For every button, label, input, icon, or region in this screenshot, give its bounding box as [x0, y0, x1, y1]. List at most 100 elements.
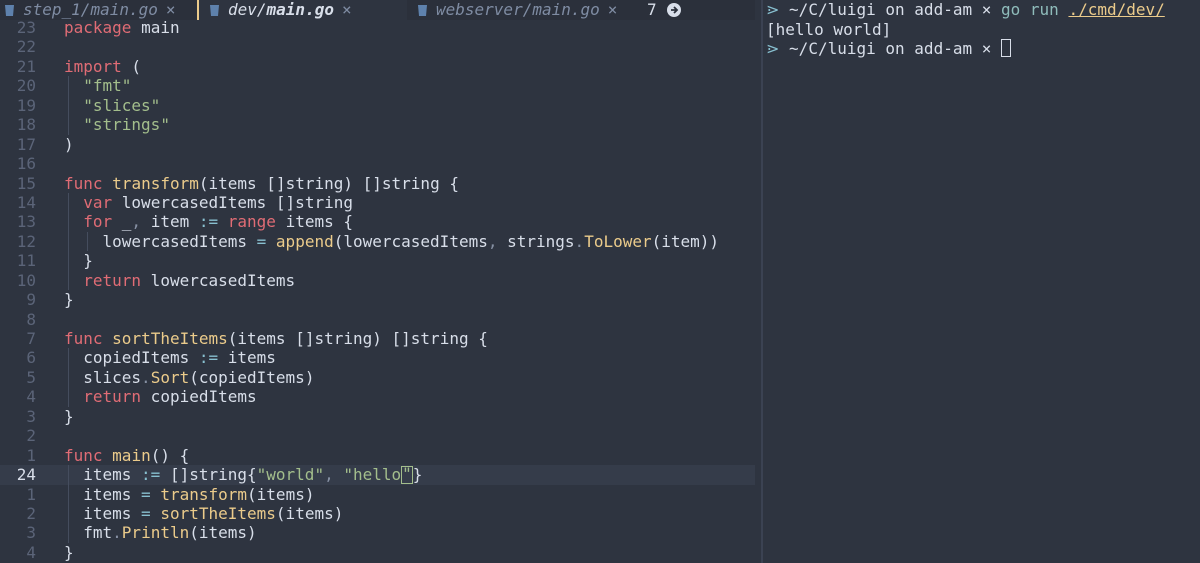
line-number: 19 [16, 95, 36, 115]
code-token: for [83, 212, 113, 232]
prompt-branch: add-am [914, 39, 973, 58]
code-line[interactable]: 10 return lowercasedItems [0, 270, 755, 291]
code-token: "hello [343, 465, 402, 485]
code-line[interactable]: 15 func transform(items []string) []strin… [0, 174, 755, 193]
code-line[interactable]: 17) [0, 135, 755, 154]
indent-guide [68, 251, 69, 271]
indent-guide [68, 95, 69, 116]
go-file-icon [417, 3, 428, 17]
code-line[interactable]: 9} [0, 290, 755, 309]
more-tabs-button[interactable]: 7 [639, 0, 681, 20]
go-file-icon [4, 3, 15, 17]
indent-guide [68, 348, 69, 368]
close-icon[interactable]: × [166, 0, 176, 20]
tab-file: main.go [90, 0, 158, 19]
code-token: transform [112, 173, 199, 193]
code-line[interactable]: 7 func sortTheItems(items []string) []str… [0, 329, 755, 348]
code-line[interactable]: 19 "slices" [0, 95, 755, 116]
code-token: := [141, 465, 161, 485]
code-text: } [64, 251, 93, 271]
code-token: item [141, 212, 199, 232]
gutter [36, 290, 64, 309]
code-line[interactable]: 14 var lowercasedItems []string [0, 192, 755, 213]
terminal-pane[interactable]: ⋗ ~/C/luigi on add-am × go run ./cmd/dev… [763, 0, 1200, 563]
line-number: 11 [16, 251, 36, 271]
code-line-current[interactable]: 24 items := []string{"world", "hello"} [0, 465, 755, 485]
code-line[interactable]: 1 func main() { [0, 446, 755, 465]
indent-guide [87, 231, 89, 252]
code-line[interactable]: 5 slices.Sort(copiedItems) [0, 367, 755, 388]
close-icon[interactable]: × [342, 0, 352, 20]
gutter [36, 115, 64, 134]
line-number: 20 [16, 76, 36, 96]
prompt-on: on [885, 0, 905, 19]
gutter [36, 543, 64, 562]
code-text: fmt.Println(items) [64, 523, 257, 543]
code-line[interactable]: 16 [0, 154, 755, 173]
code-line[interactable]: 2 [0, 426, 755, 445]
code-line[interactable]: 2 items = sortTheItems(items) [0, 503, 755, 524]
indent-guide [68, 523, 69, 543]
line-number: 15 [16, 173, 36, 193]
code-line[interactable]: 22 [0, 37, 755, 56]
code-token: items [83, 503, 142, 523]
code-area[interactable]: 23 package main 22 21 import (20 "fmt" 19 "slic… [0, 18, 755, 562]
code-line[interactable]: 18 "strings" [0, 115, 755, 135]
code-line[interactable]: 8 [0, 310, 755, 329]
gutter [36, 407, 64, 426]
prompt-path: ~/C/luigi [789, 39, 876, 58]
code-token: . [141, 367, 151, 387]
line-number: 7 [26, 329, 36, 348]
line-number: 4 [26, 387, 36, 407]
code-text: } [64, 290, 74, 309]
gutter [36, 485, 64, 504]
code-line[interactable]: 12 lowercasedItems = append(lowercasedIte… [0, 231, 755, 252]
gutter [36, 523, 64, 542]
line-number: 13 [16, 212, 36, 232]
indent-guide [68, 387, 69, 407]
code-token: range [227, 212, 276, 232]
tab-webserver-main-go[interactable]: webserver/main.go × [407, 0, 639, 20]
code-line[interactable]: 21 import ( [0, 57, 755, 76]
line-number: 16 [16, 154, 36, 174]
code-line[interactable]: 20 "fmt" [0, 76, 755, 96]
code-line[interactable]: 4} [0, 543, 755, 562]
code-token: = [141, 503, 151, 523]
code-text: slices.Sort(copiedItems) [64, 367, 315, 388]
code-line[interactable]: 11} [0, 251, 755, 271]
line-number: 2 [26, 426, 36, 446]
code-token: (copiedItems) [189, 367, 315, 387]
code-token: items [83, 465, 142, 485]
tab-dev-main-go[interactable]: dev/main.go × [199, 0, 407, 20]
code-text: func sortTheItems(items []string) []stri… [64, 329, 488, 348]
line-number: 17 [16, 134, 36, 154]
code-line[interactable]: 6 copiedItems := items [0, 348, 755, 368]
tab-step1-main-go[interactable]: step_1/main.go × [0, 0, 197, 20]
terminal-argument: ./cmd/dev/ [1068, 0, 1165, 19]
code-line[interactable]: 3} [0, 407, 755, 426]
code-token: var [83, 192, 113, 212]
gutter [36, 232, 64, 251]
code-line[interactable]: 4 return copiedItems [0, 387, 755, 407]
code-text: } [64, 543, 74, 562]
terminal-command: go run [1001, 0, 1059, 19]
line-number: 3 [26, 523, 36, 543]
code-line[interactable]: 23 package main [0, 18, 755, 37]
close-icon[interactable]: × [608, 0, 618, 20]
gutter [36, 251, 64, 270]
gutter [36, 465, 64, 484]
code-token: ) [64, 134, 74, 154]
code-line[interactable]: 13 for _, item := range items { [0, 212, 755, 232]
code-line[interactable]: 1 items = transform(items) [0, 484, 755, 504]
code-text: "slices" [64, 95, 160, 116]
code-line[interactable]: 3 fmt.Println(items) [0, 523, 755, 543]
code-token: (items []string) []string { [227, 329, 488, 348]
code-token: []string{ [160, 465, 257, 485]
indent-guide [68, 192, 69, 213]
code-token: := [198, 348, 219, 368]
code-text: } [64, 407, 74, 426]
arrow-right-icon [666, 3, 681, 17]
